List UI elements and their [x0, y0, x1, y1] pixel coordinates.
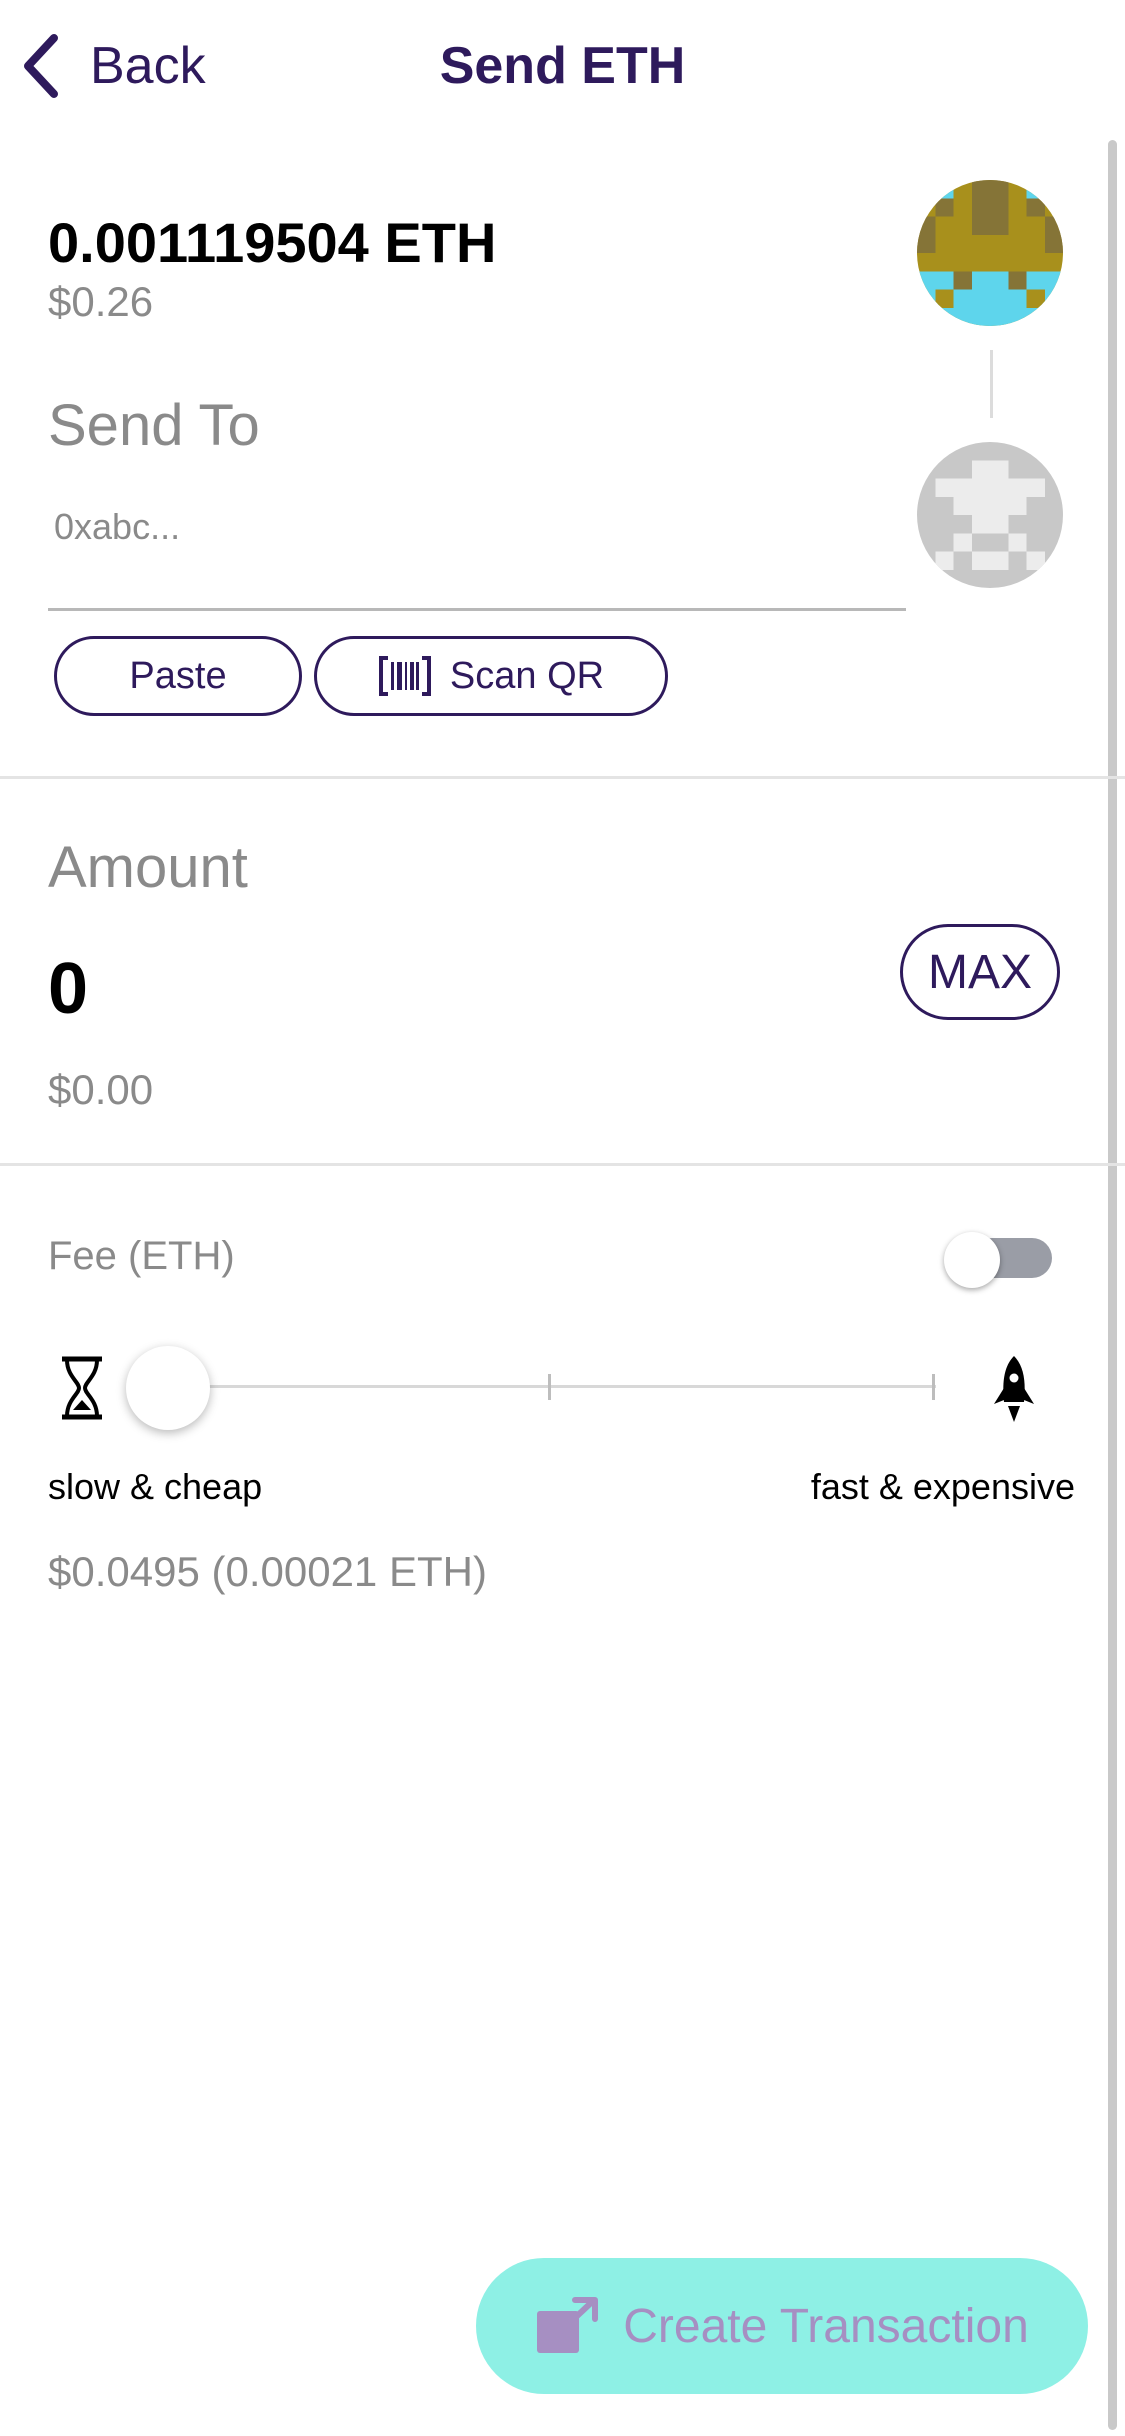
amount-fiat: $0.00	[48, 1066, 154, 1113]
fee-slider-knob[interactable]	[126, 1346, 210, 1430]
max-button[interactable]: MAX	[900, 924, 1060, 1020]
address-underline	[48, 608, 906, 611]
rocket-icon	[994, 1356, 1034, 1422]
slider-tick	[548, 1374, 551, 1400]
send-to-label: Send To	[48, 393, 260, 458]
slow-cheap-label: slow & cheap	[48, 1466, 263, 1507]
slider-tick	[932, 1374, 935, 1400]
toggle-knob	[944, 1232, 1000, 1288]
scan-qr-button[interactable]: Scan QR	[314, 636, 668, 716]
balance-amount: 0.001119504 ETH	[48, 211, 497, 274]
paste-label: Paste	[129, 654, 227, 697]
amount-label: Amount	[48, 835, 248, 900]
hourglass-icon	[62, 1356, 102, 1420]
create-transaction-button[interactable]: Create Transaction	[476, 2258, 1088, 2394]
external-link-icon	[537, 2297, 599, 2353]
paste-button[interactable]: Paste	[54, 636, 302, 716]
avatar-connector	[990, 350, 993, 418]
fast-expensive-label: fast & expensive	[810, 1466, 1075, 1507]
recipient-avatar	[917, 442, 1063, 588]
fee-label: Fee (ETH)	[48, 1234, 235, 1278]
address-input[interactable]	[48, 482, 900, 572]
barcode-icon	[378, 656, 431, 696]
divider	[0, 1163, 1125, 1166]
fee-toggle[interactable]	[944, 1232, 1054, 1288]
balance-fiat: $0.26	[48, 278, 154, 325]
page-title: Send ETH	[439, 37, 686, 95]
sender-avatar	[917, 180, 1063, 326]
scrollbar[interactable]	[1108, 140, 1117, 2430]
amount-value[interactable]: 0	[48, 948, 88, 1030]
fee-value: $0.0495 (0.00021 ETH)	[48, 1548, 487, 1595]
fee-slider-track[interactable]	[166, 1385, 936, 1388]
divider	[0, 776, 1125, 779]
max-label: MAX	[927, 945, 1032, 999]
create-transaction-label: Create Transaction	[623, 2299, 1029, 2353]
scan-qr-label: Scan QR	[449, 654, 605, 697]
